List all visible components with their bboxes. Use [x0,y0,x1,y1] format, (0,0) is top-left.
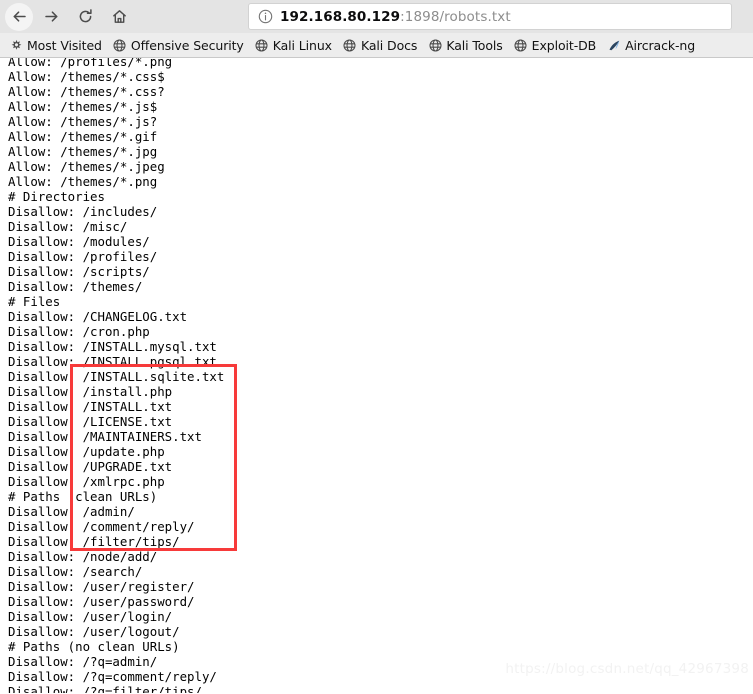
url-text: 192.168.80.129:1898/robots.txt [280,9,511,25]
bookmark-label: Exploit-DB [531,37,597,53]
reload-icon [79,9,92,23]
home-button[interactable] [104,2,134,32]
home-icon [112,10,126,23]
bookmark-most-visited[interactable]: Most Visited [9,38,102,53]
forward-arrow-icon [44,11,57,22]
bookmark-kali-docs[interactable]: Kali Docs [343,38,417,53]
browser-chrome: 192.168.80.129:1898/robots.txt Most Visi… [0,0,753,58]
bookmark-exploit-db[interactable]: Exploit-DB [514,38,596,53]
url-bar[interactable]: 192.168.80.129:1898/robots.txt [248,3,732,30]
back-button[interactable] [4,2,34,32]
info-circle-icon[interactable] [257,9,273,25]
bookmark-label: Offensive Security [130,37,244,53]
reload-button[interactable] [70,2,100,32]
forward-button[interactable] [36,2,66,32]
globe-icon [343,38,357,52]
gear-icon [9,38,23,52]
bookmark-label: Kali Tools [446,37,503,53]
bookmark-kali-tools[interactable]: Kali Tools [428,37,503,53]
bookmark-kali-linux[interactable]: Kali Linux [255,38,332,53]
bookmark-label: Kali Docs [360,37,418,53]
globe-icon [428,38,442,52]
bookmark-label: Aircrack-ng [625,37,696,53]
globe-icon [255,38,269,52]
bookmark-label: Most Visited [27,37,102,53]
bookmark-aircrack-ng[interactable]: Aircrack-ng [607,38,695,53]
back-arrow-icon [13,11,26,22]
bookmark-label: Kali Linux [272,37,332,53]
aircrack-icon [607,38,621,52]
url-path: :1898/robots.txt [400,8,511,25]
url-host: 192.168.80.129 [280,8,401,25]
navigation-toolbar: 192.168.80.129:1898/robots.txt [0,0,753,33]
bookmark-offensive-security[interactable]: Offensive Security [113,38,244,53]
watermark-text: https://blog.csdn.net/qq_42967398 [505,661,749,677]
robots-txt-content: Allow: /profiles/*.png Allow: /themes/*.… [8,58,225,693]
globe-icon [113,38,127,52]
globe-icon [514,38,528,52]
bookmarks-toolbar: Most Visited Offensive Security Kali Lin… [0,33,753,58]
page-content[interactable]: Allow: /profiles/*.png Allow: /themes/*.… [0,58,753,693]
